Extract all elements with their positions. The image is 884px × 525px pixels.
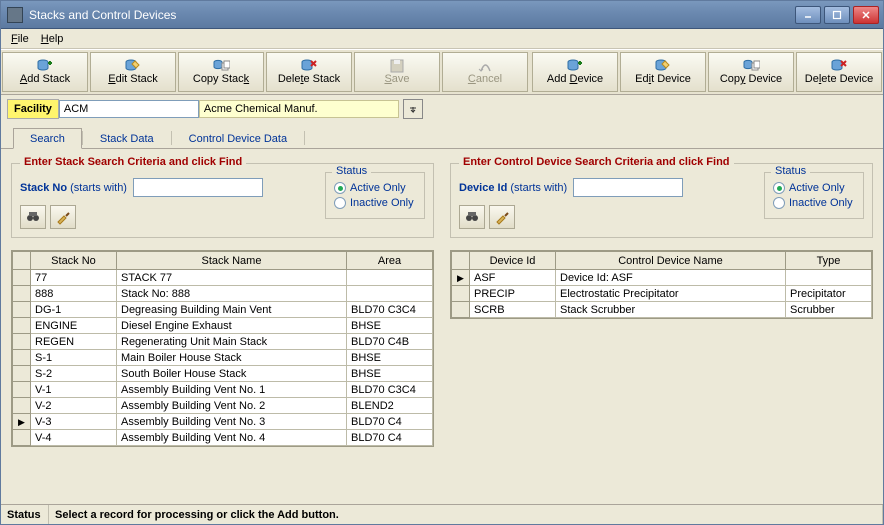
table-row[interactable]: V-3Assembly Building Vent No. 3BLD70 C4 xyxy=(13,414,433,430)
table-row[interactable]: PRECIPElectrostatic PrecipitatorPrecipit… xyxy=(452,286,872,302)
database-add-icon xyxy=(566,59,584,73)
facility-name-field: Acme Chemical Manuf. xyxy=(199,100,399,118)
table-row[interactable]: ASFDevice Id: ASF xyxy=(452,270,872,286)
table-row[interactable]: DG-1Degreasing Building Main VentBLD70 C… xyxy=(13,302,433,318)
stack-panel: Enter Stack Search Criteria and click Fi… xyxy=(11,159,434,500)
maximize-button[interactable] xyxy=(824,6,850,24)
stack-no-label: Stack No (starts with) xyxy=(20,182,127,194)
stack-col-no[interactable]: Stack No xyxy=(31,252,117,270)
tab-stack-data[interactable]: Stack Data xyxy=(83,128,171,149)
binoculars-icon xyxy=(25,209,41,225)
tab-search[interactable]: Search xyxy=(13,128,82,149)
device-id-input[interactable] xyxy=(573,178,683,197)
device-active-radio[interactable]: Active Only xyxy=(773,182,855,194)
window-title: Stacks and Control Devices xyxy=(29,8,795,22)
table-row[interactable]: V-1Assembly Building Vent No. 1BLD70 C3C… xyxy=(13,382,433,398)
app-icon xyxy=(7,7,23,23)
menu-file[interactable]: File xyxy=(5,31,35,47)
database-edit-icon xyxy=(654,59,672,73)
broom-icon xyxy=(494,209,510,225)
table-row[interactable]: S-2South Boiler House StackBHSE xyxy=(13,366,433,382)
stack-search-group: Enter Stack Search Criteria and click Fi… xyxy=(11,163,434,238)
database-delete-icon xyxy=(300,59,318,73)
add-device-button[interactable]: Add Device xyxy=(532,52,618,92)
titlebar: Stacks and Control Devices xyxy=(1,1,883,29)
database-copy-icon xyxy=(212,59,230,73)
statusbar-label: Status xyxy=(1,505,49,524)
minimize-button[interactable] xyxy=(795,6,821,24)
table-row[interactable]: SCRBStack ScrubberScrubber xyxy=(452,302,872,318)
status-legend: Status xyxy=(771,165,810,177)
table-row[interactable]: ENGINEDiesel Engine ExhaustBHSE xyxy=(13,318,433,334)
device-col-name[interactable]: Control Device Name xyxy=(556,252,786,270)
delete-device-button[interactable]: Delete Device xyxy=(796,52,882,92)
device-search-group: Enter Control Device Search Criteria and… xyxy=(450,163,873,238)
copy-device-button[interactable]: Copy Device xyxy=(708,52,794,92)
stack-inactive-radio[interactable]: Inactive Only xyxy=(334,197,416,209)
clear-device-button[interactable] xyxy=(489,205,515,229)
toolbar: Add Stack Edit Stack Copy Stack Delete S… xyxy=(1,49,883,95)
database-add-icon xyxy=(36,59,54,73)
stack-status-group: Status Active Only Inactive Only xyxy=(325,172,425,219)
database-delete-icon xyxy=(830,59,848,73)
statusbar: Status Select a record for processing or… xyxy=(1,504,883,524)
device-status-group: Status Active Only Inactive Only xyxy=(764,172,864,219)
database-copy-icon xyxy=(742,59,760,73)
edit-stack-button[interactable]: Edit Stack xyxy=(90,52,176,92)
broom-icon xyxy=(55,209,71,225)
device-col-id[interactable]: Device Id xyxy=(470,252,556,270)
copy-stack-button[interactable]: Copy Stack xyxy=(178,52,264,92)
stack-search-legend: Enter Stack Search Criteria and click Fi… xyxy=(20,156,246,168)
device-panel: Enter Control Device Search Criteria and… xyxy=(450,159,873,500)
device-inactive-radio[interactable]: Inactive Only xyxy=(773,197,855,209)
device-col-type[interactable]: Type xyxy=(786,252,872,270)
chevron-down-icon xyxy=(408,104,418,114)
facility-row: Facility ACM Acme Chemical Manuf. xyxy=(1,95,883,121)
statusbar-text: Select a record for processing or click … xyxy=(49,505,883,524)
database-edit-icon xyxy=(124,59,142,73)
table-row[interactable]: S-1Main Boiler House StackBHSE xyxy=(13,350,433,366)
add-stack-button[interactable]: Add Stack xyxy=(2,52,88,92)
device-table[interactable]: Device Id Control Device Name Type ASFDe… xyxy=(450,250,873,319)
facility-code-field[interactable]: ACM xyxy=(59,100,199,118)
clear-stack-button[interactable] xyxy=(50,205,76,229)
edit-device-button[interactable]: Edit Device xyxy=(620,52,706,92)
table-row[interactable]: V-2Assembly Building Vent No. 2BLEND2 xyxy=(13,398,433,414)
table-row[interactable]: V-4Assembly Building Vent No. 4BLD70 C4 xyxy=(13,430,433,446)
cancel-icon xyxy=(476,59,494,73)
menu-help[interactable]: Help xyxy=(35,31,70,47)
save-button: Save xyxy=(354,52,440,92)
delete-stack-button[interactable]: Delete Stack xyxy=(266,52,352,92)
facility-label: Facility xyxy=(7,99,59,119)
facility-dropdown-button[interactable] xyxy=(403,99,423,119)
stack-table[interactable]: Stack No Stack Name Area 77STACK 77888St… xyxy=(11,250,434,447)
tab-row: Search Stack Data Control Device Data xyxy=(1,121,883,149)
table-row[interactable]: REGENRegenerating Unit Main StackBLD70 C… xyxy=(13,334,433,350)
save-icon xyxy=(388,59,406,73)
status-legend: Status xyxy=(332,165,371,177)
table-row[interactable]: 888Stack No: 888 xyxy=(13,286,433,302)
stack-col-area[interactable]: Area xyxy=(347,252,433,270)
binoculars-icon xyxy=(464,209,480,225)
cancel-button: Cancel xyxy=(442,52,528,92)
stack-no-input[interactable] xyxy=(133,178,263,197)
close-button[interactable] xyxy=(853,6,879,24)
tab-control-device-data[interactable]: Control Device Data xyxy=(172,128,304,149)
stack-col-name[interactable]: Stack Name xyxy=(117,252,347,270)
menubar: File Help xyxy=(1,29,883,49)
find-device-button[interactable] xyxy=(459,205,485,229)
stack-active-radio[interactable]: Active Only xyxy=(334,182,416,194)
device-id-label: Device Id (starts with) xyxy=(459,182,567,194)
device-search-legend: Enter Control Device Search Criteria and… xyxy=(459,156,734,168)
table-row[interactable]: 77STACK 77 xyxy=(13,270,433,286)
find-stack-button[interactable] xyxy=(20,205,46,229)
